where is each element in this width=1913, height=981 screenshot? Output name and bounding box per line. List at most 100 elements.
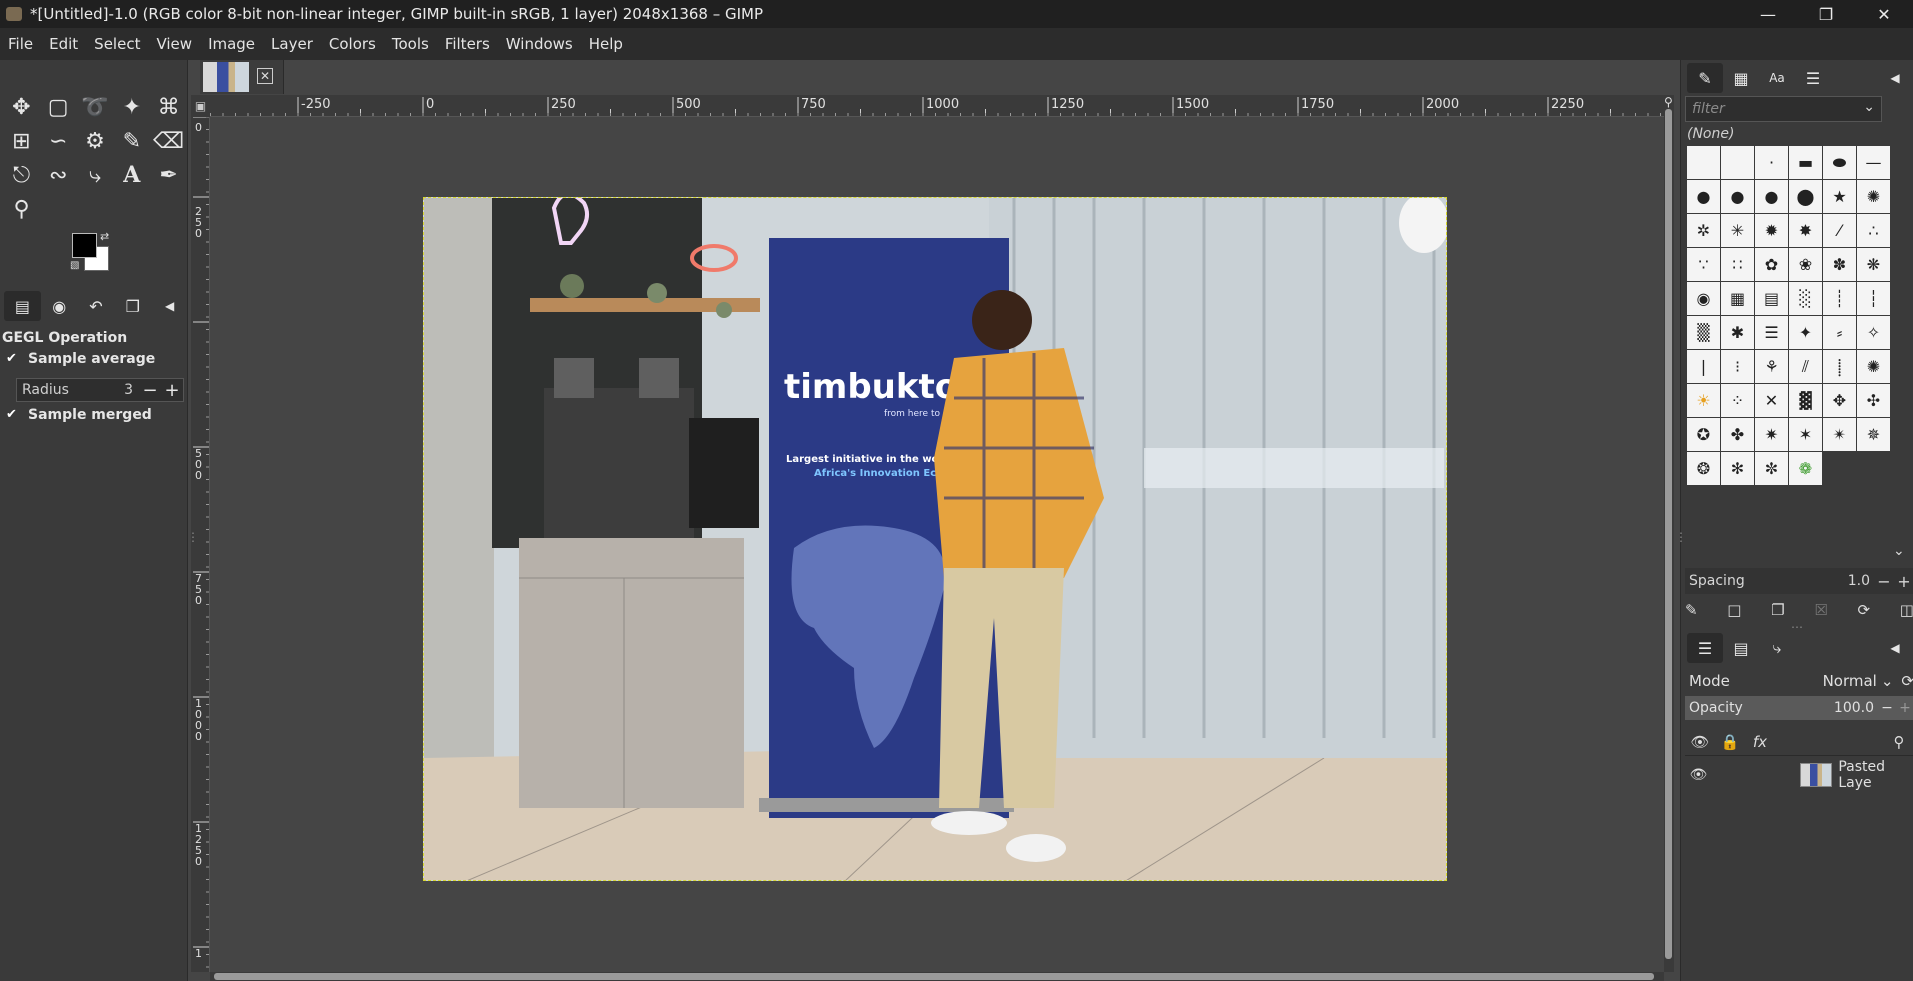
brush-item[interactable]: ░: [1789, 282, 1822, 315]
rect-select-tool-icon[interactable]: ▢: [40, 90, 77, 124]
brush-item[interactable]: ◉: [1687, 282, 1720, 315]
brush-item[interactable]: ▬: [1789, 146, 1822, 179]
configure-layers-dock-icon[interactable]: ◀: [1877, 633, 1913, 663]
text-tool-icon[interactable]: A: [113, 158, 150, 192]
swap-colors-icon[interactable]: ⇄: [100, 230, 109, 243]
smudge-tool-icon[interactable]: ∾: [40, 158, 77, 192]
brush-item[interactable]: ✵: [1857, 418, 1890, 451]
horizontal-scroll-thumb[interactable]: [214, 973, 1654, 980]
left-dock-splitter[interactable]: ⋮: [187, 530, 199, 544]
brush-item[interactable]: ❀: [1789, 248, 1822, 281]
brush-item[interactable]: ✤: [1721, 418, 1754, 451]
close-image-icon[interactable]: ✕: [257, 68, 273, 84]
fg-bg-colors[interactable]: ⇄ ▧: [70, 230, 115, 275]
open-brush-icon[interactable]: ◫: [1900, 601, 1913, 619]
brush-item[interactable]: ✷: [1755, 418, 1788, 451]
paintbrush-tool-icon[interactable]: ✎: [113, 124, 150, 158]
brush-item[interactable]: ⬬: [1823, 146, 1856, 179]
brush-item[interactable]: ●: [1755, 180, 1788, 213]
crop-tool-icon[interactable]: ⌘: [150, 90, 187, 124]
brush-item[interactable]: ▓: [1789, 384, 1822, 417]
menu-layer[interactable]: Layer: [263, 35, 321, 53]
edit-brush-icon[interactable]: ✎: [1685, 601, 1698, 619]
brush-item[interactable]: ●: [1687, 180, 1720, 213]
brush-item[interactable]: ★: [1823, 180, 1856, 213]
spacing-increase-button[interactable]: +: [1894, 572, 1913, 591]
device-status-tab-icon[interactable]: ◉: [41, 291, 78, 321]
brush-item[interactable]: ❁: [1789, 452, 1822, 485]
warp-tool-icon[interactable]: ∽: [40, 124, 77, 158]
vertical-scroll-thumb[interactable]: [1665, 109, 1672, 959]
eraser-tool-icon[interactable]: ⌫: [150, 124, 187, 158]
bucket-fill-tool-icon[interactable]: ⚙: [77, 124, 114, 158]
menu-file[interactable]: File: [0, 35, 41, 53]
brush-item[interactable]: ∷: [1721, 248, 1754, 281]
brush-item[interactable]: ❋: [1857, 248, 1890, 281]
search-layers-icon[interactable]: ⚲: [1884, 733, 1913, 751]
brush-item[interactable]: ✹: [1755, 214, 1788, 247]
brush-item[interactable]: ⸽: [1823, 350, 1856, 383]
spacing-spinner[interactable]: Spacing 1.0 − +: [1685, 568, 1913, 594]
menu-tools[interactable]: Tools: [384, 35, 437, 53]
color-picker-tool-icon[interactable]: ✒: [150, 158, 187, 192]
brush-item[interactable]: ✥: [1823, 384, 1856, 417]
effects-header-icon[interactable]: fx: [1745, 733, 1775, 751]
brush-item[interactable]: ☰: [1755, 316, 1788, 349]
brush-item[interactable]: ✲: [1687, 214, 1720, 247]
brush-item[interactable]: ✕: [1755, 384, 1788, 417]
radius-spinner[interactable]: Radius 3 − +: [16, 378, 184, 402]
radius-value[interactable]: 3: [124, 382, 139, 398]
reset-colors-icon[interactable]: ▧: [70, 260, 79, 271]
brush-item[interactable]: [1721, 146, 1754, 179]
fonts-tab-icon[interactable]: Aa: [1759, 63, 1795, 93]
configure-dock-icon[interactable]: ◀: [1877, 63, 1913, 93]
document-history-tab-icon[interactable]: ☰: [1795, 63, 1831, 93]
right-dock-splitter[interactable]: ⋮: [1675, 530, 1687, 544]
brush-item[interactable]: [1687, 146, 1720, 179]
move-tool-icon[interactable]: ✥: [3, 90, 40, 124]
paths-tab-icon[interactable]: ⤷: [1759, 633, 1795, 663]
transform-tool-icon[interactable]: ⊞: [3, 124, 40, 158]
delete-brush-icon[interactable]: ☒: [1814, 601, 1827, 619]
brush-item[interactable]: ┊: [1823, 282, 1856, 315]
visibility-header-icon[interactable]: 👁: [1685, 733, 1715, 751]
chevron-down-icon[interactable]: ⌄: [1863, 99, 1875, 115]
patterns-tab-icon[interactable]: ▦: [1723, 63, 1759, 93]
brush-item[interactable]: ·: [1755, 146, 1788, 179]
fuzzy-select-tool-icon[interactable]: ✦: [113, 90, 150, 124]
brush-item[interactable]: ┆: [1857, 282, 1890, 315]
brush-item[interactable]: ✴: [1823, 418, 1856, 451]
mode-reset-icon[interactable]: ⟳: [1897, 672, 1913, 690]
brush-item[interactable]: ✦: [1789, 316, 1822, 349]
brush-item[interactable]: ✻: [1721, 452, 1754, 485]
brush-item[interactable]: ✺: [1857, 180, 1890, 213]
images-tab-icon[interactable]: ❐: [114, 291, 151, 321]
menu-help[interactable]: Help: [581, 35, 631, 53]
menu-colors[interactable]: Colors: [321, 35, 384, 53]
radius-increase-button[interactable]: +: [161, 380, 183, 401]
image-tab[interactable]: ✕: [200, 60, 284, 94]
vertical-scrollbar[interactable]: [1664, 95, 1674, 972]
mode-select[interactable]: Normal ⌄: [1823, 672, 1898, 690]
brush-item[interactable]: ⁄: [1823, 214, 1856, 247]
brush-item[interactable]: ✣: [1857, 384, 1890, 417]
brush-item[interactable]: ✧: [1857, 316, 1890, 349]
sample-average-checkbox[interactable]: ✔ Sample average: [6, 351, 155, 367]
brush-item[interactable]: ✺: [1857, 350, 1890, 383]
brush-item[interactable]: ⁘: [1721, 384, 1754, 417]
horizontal-scrollbar[interactable]: [210, 972, 1664, 981]
refresh-brushes-icon[interactable]: ⟳: [1857, 601, 1870, 619]
brush-item[interactable]: ●: [1721, 180, 1754, 213]
sample-merged-checkbox[interactable]: ✔ Sample merged: [6, 407, 152, 423]
brush-item[interactable]: ✱: [1721, 316, 1754, 349]
brush-item[interactable]: ▦: [1721, 282, 1754, 315]
brush-item[interactable]: ⸗: [1823, 316, 1856, 349]
brush-filter-input[interactable]: filter ⌄: [1685, 96, 1882, 122]
brush-item[interactable]: ▤: [1755, 282, 1788, 315]
lock-header-icon[interactable]: 🔒: [1715, 733, 1745, 751]
layer-row[interactable]: 👁 Pasted Laye: [1685, 759, 1913, 791]
brush-item[interactable]: ▒: [1687, 316, 1720, 349]
brush-item[interactable]: ⫽: [1789, 350, 1822, 383]
restore-icon[interactable]: ❐: [1797, 0, 1855, 28]
menu-edit[interactable]: Edit: [41, 35, 86, 53]
